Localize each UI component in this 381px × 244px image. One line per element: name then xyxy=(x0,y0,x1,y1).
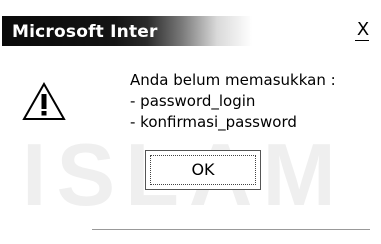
close-underline xyxy=(355,40,369,41)
close-icon[interactable]: X xyxy=(357,19,369,40)
close-button[interactable]: X xyxy=(352,20,374,42)
message-text: Anda belum memasukkan : - password_login… xyxy=(130,70,336,133)
warning-icon xyxy=(22,81,66,122)
alert-dialog: Microsoft Inter X ISLAM Anda belum memas… xyxy=(0,0,381,244)
message-line-1: Anda belum memasukkan : xyxy=(130,71,336,89)
message-line-3: - konfirmasi_password xyxy=(130,113,297,131)
title-bar: Microsoft Inter X xyxy=(0,14,381,50)
ok-button-label[interactable]: OK xyxy=(191,160,214,179)
window-title: Microsoft Inter xyxy=(12,22,158,42)
message-line-2: - password_login xyxy=(130,92,256,110)
bottom-edge xyxy=(92,229,370,230)
ok-button[interactable]: OK xyxy=(145,150,261,190)
